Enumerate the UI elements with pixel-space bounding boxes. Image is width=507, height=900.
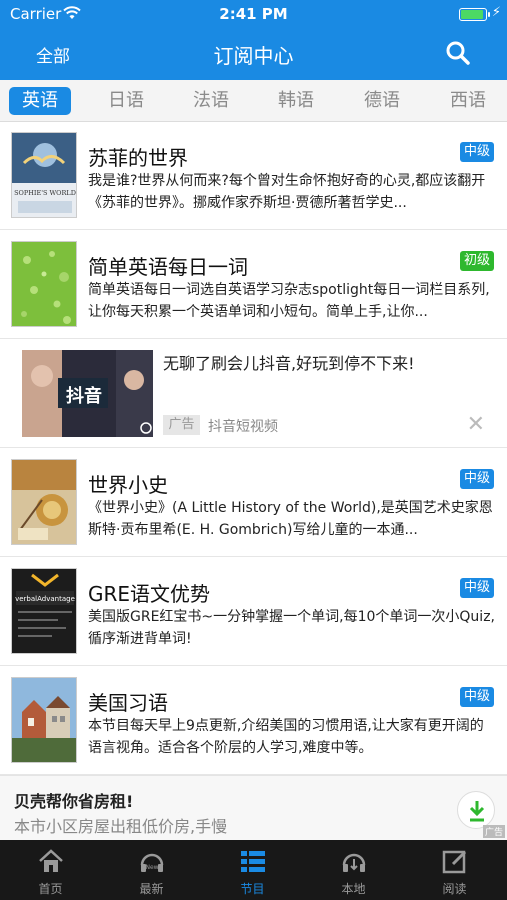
charging-icon: ⚡ (491, 5, 501, 20)
close-icon[interactable]: ✕ (467, 414, 485, 436)
list-item[interactable]: 美国习语 中级 本节目每天早上9点更新,介绍美国的习惯用语,让大家有更开阔的语言… (0, 667, 507, 775)
svg-text:New: New (145, 864, 158, 871)
edit-icon (442, 850, 467, 874)
item-title: 简单英语每日一词 (88, 255, 248, 279)
tab-home-label: 首页 (38, 882, 63, 896)
page-title: 订阅中心 (213, 44, 294, 68)
ad-image: 抖音 (22, 350, 153, 437)
level-badge: 中级 (459, 578, 494, 598)
cover-image: verbalAdvantage (11, 568, 77, 654)
list-item[interactable]: verbalAdvantage GRE语文优势 中级 美国版GRE红宝书~一分钟… (0, 558, 507, 666)
tab-latest[interactable]: New 最新 (101, 840, 202, 900)
tab-bar: 首页 New 最新 节目 本地 阅读 (0, 840, 507, 900)
headphones-download-icon (342, 853, 366, 872)
item-description: 《世界小史》(A Little History of the World),是英… (88, 500, 493, 538)
level-badge: 中级 (459, 687, 494, 707)
list-icon (241, 851, 265, 872)
search-icon[interactable] (445, 40, 471, 66)
tab-spanish[interactable]: 西语 (437, 87, 499, 115)
list-item[interactable]: 世界小史 中级 《世界小史》(A Little History of the W… (0, 449, 507, 557)
item-title: GRE语文优势 (88, 582, 211, 606)
banner-ad-title: 贝壳帮你省房租! (14, 792, 134, 811)
nav-bar: 全部 订阅中心 (0, 28, 507, 80)
tab-latest-label: 最新 (139, 882, 164, 896)
tab-programs-label: 节目 (240, 882, 265, 896)
banner-ad-label: 广告 (482, 825, 505, 838)
cover-title-text: verbalAdvantage (15, 595, 75, 603)
tab-reading-label: 阅读 (442, 882, 467, 896)
ad-image-label: 抖音 (66, 386, 102, 407)
ad-text: 无聊了刷会儿抖音,好玩到停不下来! (163, 354, 415, 373)
status-bar: Carrier 2:41 PM ⚡ (0, 0, 507, 28)
headphones-new-icon: New (140, 853, 164, 872)
list-item[interactable]: 简单英语每日一词 初级 简单英语每日一词选自英语学习杂志spotlight每日一… (0, 231, 507, 339)
bottom-banner-ad[interactable]: 贝壳帮你省房租! 本市小区房屋出租低价房,手慢 广告 (0, 775, 507, 840)
cover-image: SOPHIE'S WORLD (11, 132, 77, 218)
status-time: 2:41 PM (219, 5, 288, 23)
tab-home[interactable]: 首页 (0, 840, 101, 900)
tab-english[interactable]: 英语 (9, 87, 71, 115)
item-title: 世界小史 (88, 473, 168, 497)
level-badge: 中级 (459, 142, 494, 162)
item-description: 本节目每天早上9点更新,介绍美国的习惯用语,让大家有更开阔的语言视角。适合各个阶… (88, 718, 484, 756)
item-title: 苏菲的世界 (88, 146, 188, 170)
cover-image (11, 459, 77, 545)
tab-reading[interactable]: 阅读 (404, 840, 505, 900)
tab-korean[interactable]: 韩语 (265, 87, 327, 115)
cover-title-text: SOPHIE'S WORLD (14, 189, 76, 197)
tab-japanese[interactable]: 日语 (95, 87, 157, 115)
tab-german[interactable]: 德语 (351, 87, 413, 115)
banner-ad-subtitle: 本市小区房屋出租低价房,手慢 (14, 817, 228, 836)
level-badge: 初级 (459, 251, 494, 271)
cover-image (11, 677, 77, 763)
item-description: 简单英语每日一词选自英语学习杂志spotlight每日一词栏目系列,让你每天积累… (88, 282, 490, 320)
battery-icon (459, 8, 490, 21)
tab-local[interactable]: 本地 (303, 840, 404, 900)
tab-programs[interactable]: 节目 (202, 840, 303, 900)
list-item[interactable]: SOPHIE'S WORLD 苏菲的世界 中级 我是谁?世界从何而来?每个曾对生… (0, 122, 507, 230)
item-title: 美国习语 (88, 691, 168, 715)
language-tabs: 英语 日语 法语 韩语 德语 西语 (0, 80, 507, 122)
tab-french[interactable]: 法语 (180, 87, 242, 115)
item-description: 我是谁?世界从何而来?每个曾对生命怀抱好奇的心灵,都应该翻开《苏菲的世界》。挪威… (88, 173, 486, 211)
item-description: 美国版GRE红宝书~一分钟掌握一个单词,每10个单词一次小Quiz,循序渐进背单… (88, 609, 495, 647)
tab-local-label: 本地 (341, 882, 366, 896)
ad-source: 抖音短视频 (208, 419, 278, 435)
download-icon[interactable] (457, 791, 495, 829)
cover-image (11, 241, 77, 327)
home-icon (39, 849, 63, 872)
ad-tag: 广告 (163, 415, 200, 435)
level-badge: 中级 (459, 469, 494, 489)
ad-row[interactable]: 抖音 无聊了刷会儿抖音,好玩到停不下来! 广告 抖音短视频 ✕ (0, 340, 507, 448)
